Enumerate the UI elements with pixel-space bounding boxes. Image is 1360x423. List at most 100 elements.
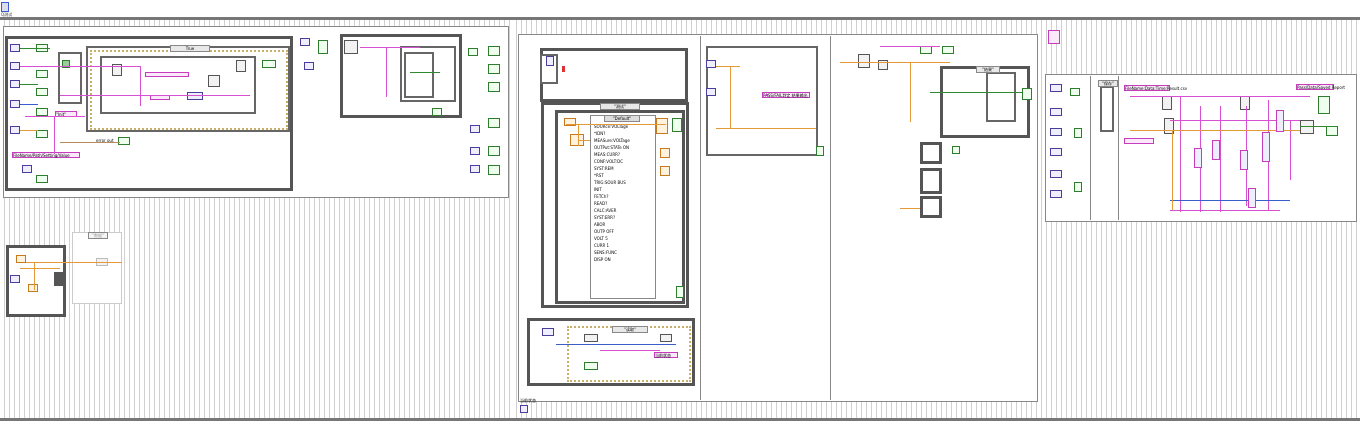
left-mid-subvi[interactable] <box>344 40 358 54</box>
center-lower-subvi-2[interactable] <box>660 334 672 342</box>
fr-subvi-4[interactable] <box>1300 120 1314 134</box>
left-edge-ctl-2[interactable] <box>470 147 480 155</box>
fr-box-1[interactable] <box>1194 148 1202 168</box>
left-control-4[interactable] <box>10 100 20 108</box>
fr-ctl-1[interactable] <box>1050 84 1062 92</box>
command-item: *RST <box>594 173 604 178</box>
cr-string-const[interactable]: PASS/FAIL判定 结果输出 <box>762 92 810 98</box>
cr-loop-small-3[interactable] <box>920 196 942 218</box>
fr-case-1[interactable] <box>1100 86 1114 132</box>
fr-ind-4 <box>1318 96 1330 114</box>
fr-ctl-3[interactable] <box>1050 128 1062 136</box>
fr-string-const-2[interactable]: Pass/Data/Saved Report <box>1296 84 1345 90</box>
cr-loop-small-2[interactable] <box>920 168 942 194</box>
cr-case-label[interactable]: "结果" <box>976 66 1000 73</box>
lower-left-subvi[interactable] <box>54 272 64 286</box>
lower-left-disabled-case[interactable] <box>72 232 122 304</box>
cr-ind-3 <box>952 146 960 154</box>
left-mid-indicator-1 <box>318 40 328 54</box>
command-item: INIT <box>594 187 602 192</box>
fr-divider <box>1090 76 1091 220</box>
left-mid-control-2[interactable] <box>304 62 314 70</box>
center-lower-ctl[interactable] <box>542 328 554 336</box>
left-string-constant[interactable]: FileName/Path/Setting/Value <box>12 152 80 158</box>
bottom-status-ctl[interactable] <box>520 405 528 413</box>
left-control-2[interactable] <box>10 62 20 70</box>
left-control-1[interactable] <box>10 44 20 52</box>
left-edge-ind-7 <box>488 165 500 175</box>
lower-left-const-1[interactable] <box>16 255 26 263</box>
cr-subvi-1[interactable] <box>858 54 870 68</box>
left-control-6[interactable] <box>22 165 32 173</box>
center-top-ctl[interactable] <box>546 56 554 66</box>
left-case-selector[interactable]: True <box>170 45 210 52</box>
center-lower-subvi-1[interactable] <box>584 334 598 342</box>
center-lower-status[interactable]: 当前状态 <box>654 352 678 358</box>
lower-left-const-2[interactable] <box>28 284 38 292</box>
fr-divider-2 <box>1118 76 1119 220</box>
left-edge-ind-1 <box>468 48 478 56</box>
left-edge-ctl-3[interactable] <box>470 165 480 173</box>
center-command-list: SOURce:VOLTage *IDN? MEASure:VOLTage OUT… <box>594 124 654 296</box>
fr-ctl-5[interactable] <box>1050 170 1062 178</box>
fr-box-5[interactable] <box>1276 110 1284 132</box>
center-right-ind-a <box>816 146 824 156</box>
center-lower-wire-2 <box>600 350 660 351</box>
left-edge-ctl-1[interactable] <box>470 125 480 133</box>
fr-top-const[interactable] <box>1048 30 1060 44</box>
command-item: OUTP OFF <box>594 229 614 234</box>
left-edge-ind-4 <box>488 82 500 92</box>
left-mid-case-inner[interactable] <box>404 52 434 98</box>
command-item: ABOR <box>594 222 606 227</box>
center-lower-case-label[interactable]: "读取" <box>612 326 648 333</box>
lower-left-case-label[interactable]: "数据" <box>88 232 108 239</box>
fr-ctl-4[interactable] <box>1050 148 1062 156</box>
command-item: DISP ON <box>594 257 611 262</box>
left-subvi-3[interactable] <box>236 60 246 72</box>
fr-ctl-6[interactable] <box>1050 190 1062 198</box>
vi-corner-icon <box>1 2 9 12</box>
center-right-node-2[interactable] <box>660 148 670 158</box>
center-top-red <box>562 66 565 72</box>
cr-wire-3 <box>910 62 911 122</box>
left-control-5[interactable] <box>10 126 20 134</box>
fr-subvi-1[interactable] <box>1162 96 1172 110</box>
fr-case-label[interactable]: "保存" <box>1098 80 1118 87</box>
left-edge-ind-5 <box>488 118 500 128</box>
command-item: CALC:AVER <box>594 208 617 213</box>
cr-ind-4 <box>1022 88 1032 100</box>
center-right-node-3[interactable] <box>660 166 670 176</box>
cr-loop-large[interactable] <box>940 66 1030 138</box>
left-mid-control-1[interactable] <box>300 38 310 46</box>
fr-box-2[interactable] <box>1212 140 1220 160</box>
center-right-ctl-2[interactable] <box>706 88 716 96</box>
fr-wire-11 <box>1300 126 1336 127</box>
cr-string-const-b[interactable]: Fail/Pass/Result Saved <box>766 94 768 96</box>
fr-string-const[interactable]: FileName:Data:Time:Result.csv <box>1124 85 1187 91</box>
cr-ind-1 <box>920 46 932 54</box>
fr-const-3[interactable] <box>1124 138 1154 144</box>
command-item: CONF:VOLT:DC <box>594 159 623 164</box>
left-control-3[interactable] <box>10 80 20 88</box>
left-pink-const-1[interactable] <box>145 72 189 77</box>
center-sub-case-label[interactable]: "Default" <box>604 115 640 122</box>
left-edge-ind-6 <box>488 146 500 156</box>
left-mid-indicator-2 <box>432 108 442 116</box>
fr-ctl-2[interactable] <box>1050 108 1062 116</box>
center-main-loop[interactable] <box>540 48 688 102</box>
left-error-cluster[interactable] <box>187 92 203 100</box>
fr-subvi-3[interactable] <box>1240 96 1250 110</box>
fr-box-3[interactable] <box>1240 150 1248 170</box>
center-right-node-1[interactable] <box>656 118 668 134</box>
center-case-label[interactable]: "测试" <box>600 103 640 110</box>
fr-box-6[interactable] <box>1248 188 1256 208</box>
left-inner-case[interactable] <box>100 56 256 114</box>
left-subvi-2[interactable] <box>208 75 220 87</box>
fr-box-4[interactable] <box>1262 132 1270 162</box>
cr-loop-small-1[interactable] <box>920 142 942 164</box>
left-indicator-5 <box>36 130 48 138</box>
center-right-case-1[interactable] <box>706 46 818 156</box>
center-right-ctl-1[interactable] <box>706 60 716 68</box>
lower-left-ctl[interactable] <box>10 275 20 283</box>
cr-inner-case[interactable] <box>986 72 1016 122</box>
